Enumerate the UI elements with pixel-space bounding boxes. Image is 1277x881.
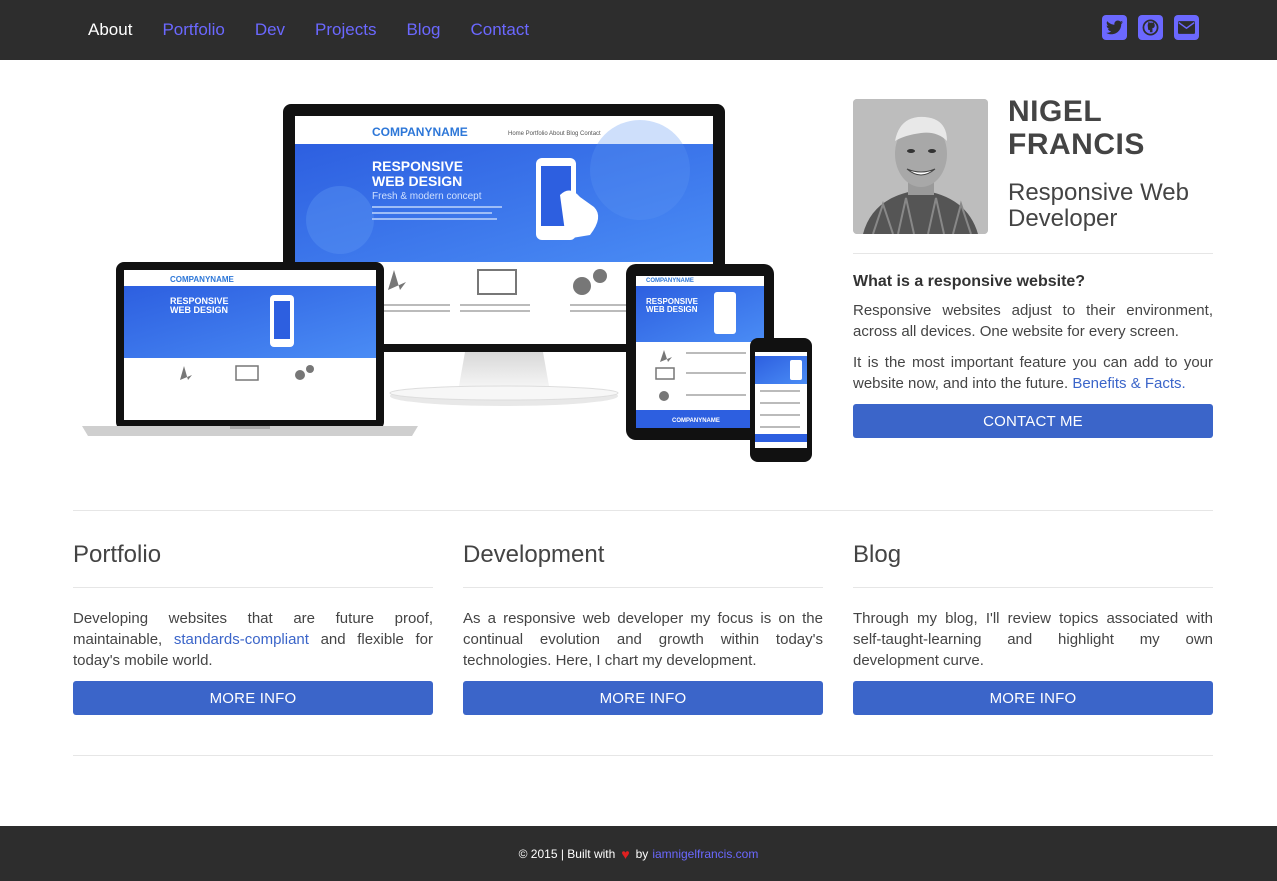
blog-description: Through my blog, I'll review topics asso… — [853, 610, 1213, 669]
section-question: What is a responsive website? — [853, 273, 1086, 290]
nav-item-portfolio[interactable]: Portfolio — [162, 20, 224, 40]
nav-item-projects[interactable]: Projects — [315, 20, 376, 40]
section-divider — [73, 510, 1213, 511]
profile-photo — [853, 99, 988, 234]
top-navbar: About Portfolio Dev Projects Blog Contac… — [0, 0, 1277, 60]
footer-copyright: © 2015 | Built with — [518, 846, 616, 861]
github-icon[interactable] — [1138, 15, 1163, 40]
intro-paragraph-1: Responsive websites adjust to their envi… — [853, 302, 1213, 340]
monitor-headline-2: WEB DESIGN — [372, 173, 462, 189]
profile-role: Responsive Web Developer — [1008, 179, 1189, 232]
portfolio-description: Developing websites that are future proo… — [73, 608, 433, 671]
monitor-menu: Home Portfolio About Blog Contact — [508, 131, 601, 137]
monitor-tagline: Fresh & modern concept — [372, 191, 482, 202]
social-links — [1102, 15, 1199, 40]
section-divider — [73, 755, 1213, 756]
profile-name-line1: NIGEL — [1008, 95, 1103, 128]
monitor-brand: COMPANYNAME — [372, 125, 468, 139]
development-description: As a responsive web developer my focus i… — [463, 610, 823, 669]
benefits-link[interactable]: Benefits & Facts. — [1072, 375, 1185, 392]
monitor-headline-1: RESPONSIVE — [372, 158, 463, 174]
nav-item-blog[interactable]: Blog — [406, 20, 440, 40]
profile-name-line2: FRANCIS — [1008, 128, 1145, 161]
development-more-info-button[interactable]: MORE INFO — [463, 681, 823, 715]
profile-name: NIGEL FRANCIS — [1008, 95, 1145, 161]
divider — [73, 587, 433, 588]
divider — [463, 587, 823, 588]
nav-item-about[interactable]: About — [88, 20, 132, 40]
intro-paragraph-2: It is the most important feature you can… — [853, 352, 1213, 394]
footer-site-link[interactable]: iamnigelfrancis.com — [652, 847, 758, 861]
standards-compliant-link[interactable]: standards-compliant — [174, 631, 309, 648]
laptop-headline-2: WEB DESIGN — [170, 305, 228, 315]
laptop: COMPANYNAME RESPONSIVE WEB DESIGN — [82, 262, 418, 436]
laptop-brand: COMPANYNAME — [170, 275, 235, 284]
portfolio-more-info-button[interactable]: MORE INFO — [73, 681, 433, 715]
contact-me-button[interactable]: CONTACT ME — [853, 404, 1213, 438]
footer: © 2015 | Built with ♥ by iamnigelfrancis… — [0, 826, 1277, 881]
footer-by: by — [635, 846, 649, 861]
tablet-headline-2: WEB DESIGN — [646, 305, 698, 314]
responsive-devices-image: COMPANYNAME Home Portfolio About Blog Co… — [82, 104, 812, 462]
portfolio-title: Portfolio — [73, 541, 162, 568]
smartphone — [750, 338, 812, 462]
blog-title: Blog — [853, 541, 902, 568]
development-title: Development — [463, 541, 605, 568]
nav-item-contact[interactable]: Contact — [471, 20, 530, 40]
tablet-brand: COMPANYNAME — [646, 278, 694, 284]
divider — [853, 253, 1213, 254]
tablet-footer-brand: COMPANYNAME — [672, 418, 720, 424]
nav-menu: About Portfolio Dev Projects Blog Contac… — [88, 0, 559, 60]
envelope-icon[interactable] — [1174, 15, 1199, 40]
nav-item-dev[interactable]: Dev — [255, 20, 285, 40]
twitter-icon[interactable] — [1102, 15, 1127, 40]
blog-more-info-button[interactable]: MORE INFO — [853, 681, 1213, 715]
divider — [853, 587, 1213, 588]
heart-icon: ♥ — [621, 845, 630, 862]
